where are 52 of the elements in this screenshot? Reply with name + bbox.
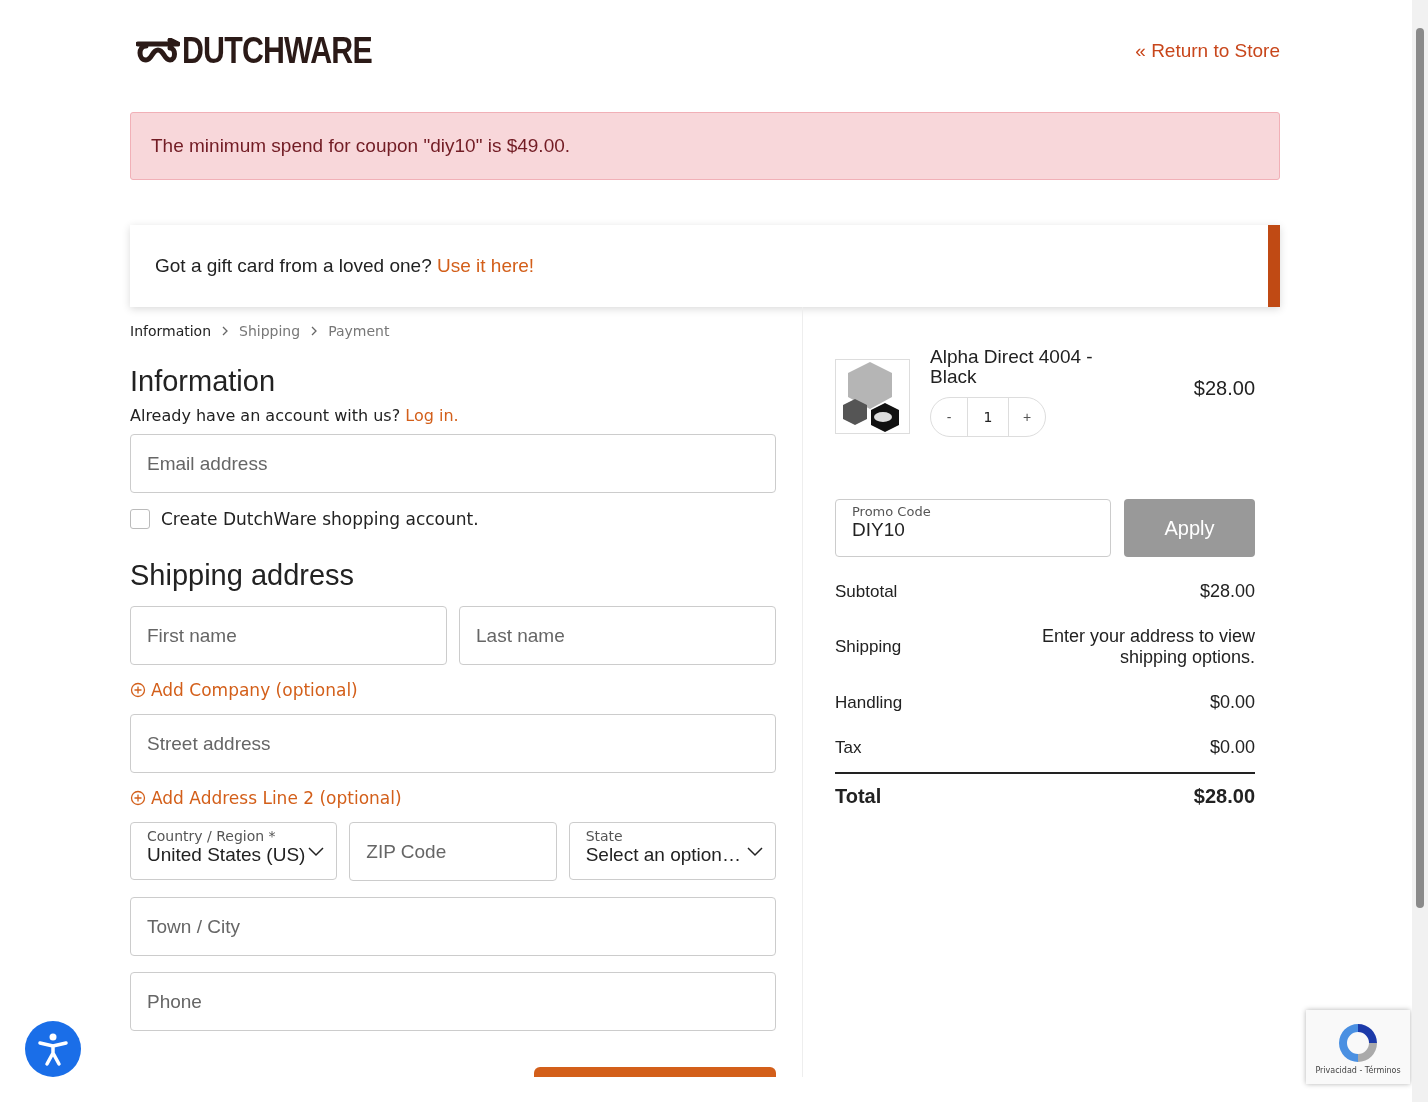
recaptcha-links[interactable]: Privacidad - Términos (1315, 1065, 1401, 1075)
product-name: Alpha Direct 4004 - Black (930, 347, 1094, 387)
grand-total-label: Total (835, 785, 882, 808)
increase-quantity-button[interactable]: + (1009, 408, 1045, 426)
gift-card-text: Got a gift card from a loved one? Use it here! (155, 255, 535, 276)
breadcrumb-step[interactable]: Payment (328, 323, 390, 339)
decrease-quantity-button[interactable]: - (931, 408, 967, 426)
accessibility-icon (35, 1031, 71, 1067)
create-account-checkbox[interactable] (130, 509, 150, 529)
login-link[interactable]: Log in. (405, 406, 459, 425)
total-value: Enter your address to view shipping options. (1040, 626, 1255, 668)
chevron-down-icon (747, 847, 763, 857)
total-label: Handling (835, 692, 903, 713)
login-prompt: Already have an account with us? Log in. (130, 406, 460, 425)
add-company-link[interactable]: Add Company (optional) (151, 680, 358, 700)
breadcrumb-step[interactable]: Information (130, 323, 212, 339)
quantity-value: 1 (967, 398, 1009, 436)
last-name-field[interactable]: Last name (459, 606, 776, 665)
first-name-field[interactable]: First name (130, 606, 447, 665)
zip-code-field[interactable]: ZIP Code (349, 822, 557, 881)
phone-field[interactable]: Phone (130, 972, 776, 1031)
total-label: Subtotal (835, 581, 898, 602)
chevron-right-icon (310, 326, 319, 336)
street-address-field[interactable]: Street address (130, 714, 776, 773)
shipping-address-heading: Shipping address (130, 559, 356, 592)
country-select[interactable]: Country / Region * United States (US) (130, 822, 338, 880)
use-gift-card-link[interactable]: Use it here! (437, 255, 535, 276)
total-value: $28.00 (1199, 581, 1255, 602)
email-field[interactable]: Email address (130, 434, 776, 493)
scrollbar[interactable] (1412, 0, 1428, 1102)
create-account-label: Create DutchWare shopping account. (161, 509, 479, 529)
total-value: $0.00 (1209, 692, 1255, 713)
plus-circle-icon (130, 682, 146, 698)
chevron-down-icon (308, 847, 325, 857)
logo-icon (136, 38, 180, 64)
promo-code-field[interactable]: Promo Code DIY10 (835, 499, 1111, 557)
total-value: $0.00 (1209, 737, 1255, 758)
total-label: Tax (835, 737, 862, 758)
grand-total-value: $28.00 (1193, 785, 1255, 808)
error-notice: The minimum spend for coupon "diy10" is $49.00. (130, 112, 1280, 180)
product-price: $28.00 (1193, 377, 1255, 400)
total-label: Shipping (835, 637, 902, 657)
information-heading: Information (130, 365, 277, 398)
town-city-field[interactable]: Town / City (130, 897, 776, 956)
logo-wordmark[interactable]: DUTCHWARE (182, 30, 372, 72)
breadcrumb-step[interactable]: Shipping (239, 323, 301, 339)
accessibility-button[interactable] (25, 1021, 81, 1077)
return-to-store-link[interactable]: « Return to Store (1135, 40, 1280, 62)
chevron-right-icon (221, 326, 230, 336)
add-address-line-link[interactable]: Add Address Line 2 (optional) (151, 788, 402, 808)
plus-circle-icon (130, 790, 146, 806)
state-select[interactable]: State Select an option… (568, 822, 776, 880)
